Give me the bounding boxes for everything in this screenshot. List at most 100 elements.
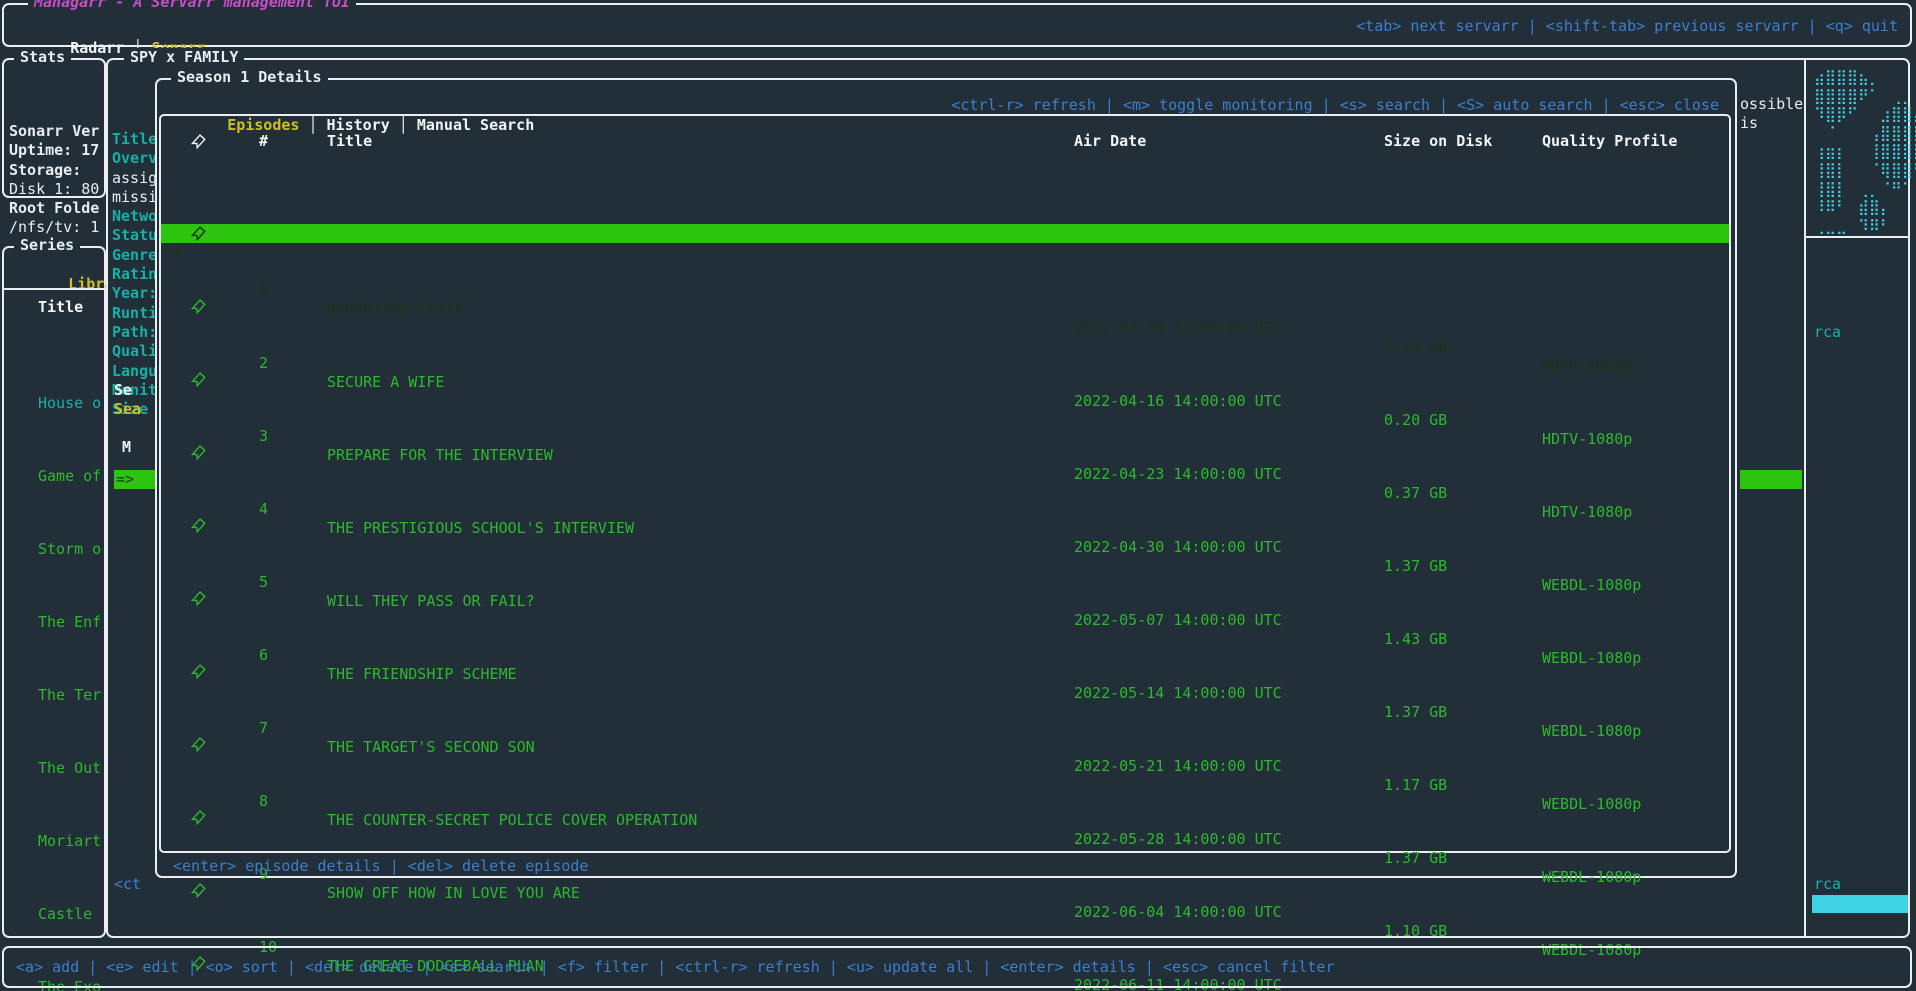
series-list-item[interactable]: House o bbox=[6, 394, 102, 413]
series-list-item[interactable]: Castle bbox=[6, 905, 102, 924]
episode-size-on-disk: 1.10 GB bbox=[1384, 922, 1447, 941]
tag-icon bbox=[191, 883, 206, 903]
series-field-label-text: missi bbox=[112, 188, 157, 206]
series-field-label: Year: bbox=[112, 284, 160, 303]
episode-row[interactable]: 5 WILL THEY PASS OR FAIL? 2022-05-07 14:… bbox=[161, 516, 1729, 535]
header-title: Title bbox=[327, 132, 372, 151]
series-title-text: The Ter bbox=[38, 686, 101, 704]
episode-air-date: 2022-04-09 14:00:00 UTC bbox=[1074, 319, 1282, 338]
episode-row[interactable]: 2 SECURE A WIFE 2022-04-16 14:00:00 UTC … bbox=[161, 297, 1729, 316]
stats-lines: Sonarr VerUptime: 17 Storage:Disk 1: 80Ro… bbox=[9, 68, 102, 238]
tag-icon bbox=[191, 810, 206, 830]
episode-row[interactable]: 7 THE TARGET'S SECOND SON 2022-05-21 14:… bbox=[161, 662, 1729, 681]
header-air-date: Air Date bbox=[1074, 132, 1146, 151]
detail-value-fragment: rca bbox=[1814, 875, 1841, 894]
episode-air-date: 2022-04-30 14:00:00 UTC bbox=[1074, 538, 1282, 557]
series-field-label: assig bbox=[112, 169, 160, 188]
episode-row[interactable]: 8 THE COUNTER-SECRET POLICE COVER OPERAT… bbox=[161, 735, 1729, 754]
episode-row[interactable]: => 1 OPERATION STRIX 2022-04-09 14:00:00… bbox=[161, 224, 1729, 243]
series-field-label: Title bbox=[112, 130, 160, 149]
episodes-table-header: # Title Air Date Size on Disk Quality Pr… bbox=[161, 132, 1729, 151]
series-field-label: Langu bbox=[112, 362, 160, 381]
series-list-item[interactable]: The Ter bbox=[6, 686, 102, 705]
overview-fragment: is bbox=[1740, 114, 1758, 133]
stats-line-text: Disk 1: 80 bbox=[9, 180, 99, 198]
series-title-text: Storm o bbox=[38, 540, 101, 558]
episode-row[interactable]: 9 SHOW OFF HOW IN LOVE YOU ARE 2022-06-0… bbox=[161, 808, 1729, 827]
series-title-text: Castle bbox=[38, 905, 92, 923]
series-field-label-text: Statu bbox=[112, 226, 157, 244]
series-field-label: Runti bbox=[112, 304, 160, 323]
tag-icon bbox=[191, 737, 206, 757]
popup-footer-keybinds: <enter> episode details | <del> delete e… bbox=[173, 857, 588, 876]
episode-size-on-disk: 1.43 GB bbox=[1384, 630, 1447, 649]
stats-panel: Stats Sonarr VerUptime: 17Storage:Disk 1… bbox=[2, 58, 106, 198]
header-number: # bbox=[259, 132, 268, 151]
tag-icon bbox=[191, 664, 206, 684]
servarr-switch-keybinds: <tab> next servarr | <shift-tab> previou… bbox=[1356, 15, 1898, 37]
episode-air-date: 2022-04-16 14:00:00 UTC bbox=[1074, 392, 1282, 411]
episode-air-date: 2022-05-14 14:00:00 UTC bbox=[1074, 684, 1282, 703]
stats-line: Storage: bbox=[9, 161, 102, 180]
library-keybinds: <a> add | <e> edit | <o> sort | <del> de… bbox=[16, 957, 1335, 977]
episode-selection-arrow: => bbox=[165, 243, 183, 262]
tag-icon bbox=[191, 518, 206, 538]
stats-line: Uptime: 17 bbox=[9, 141, 102, 160]
poster-ascii-art: ⣴⣿⣿⣿⣦⡀⠀⠀⠀⠀ ⣿⣿⣿⣿⠟⠁⠀⢀⡀⠀ ⠹⣿⡿⠋⠀⠀⣰⣿⣿⡄ ⠀⠈⠀⠀⠀⢠⣿… bbox=[1814, 68, 1916, 235]
episode-air-date: 2022-04-23 14:00:00 UTC bbox=[1074, 465, 1282, 484]
series-list-item[interactable]: Moriart bbox=[6, 832, 102, 851]
series-title-text: The Enf bbox=[38, 613, 101, 631]
selected-season-row-fragment[interactable]: => bbox=[114, 470, 161, 489]
series-list-item[interactable]: Storm o bbox=[6, 540, 102, 559]
selected-item-fragment-bar[interactable] bbox=[1812, 895, 1908, 913]
stats-line-text: /nfs/tv: 1 bbox=[9, 218, 99, 236]
series-field-label-text: Ratin bbox=[112, 265, 157, 283]
series-field-label: Statu bbox=[112, 226, 160, 245]
episode-size-on-disk: 0.37 GB bbox=[1384, 484, 1447, 503]
series-field-label-text: Netwo bbox=[112, 207, 157, 225]
episode-air-date: 2022-05-21 14:00:00 UTC bbox=[1074, 757, 1282, 776]
episode-row[interactable]: 10 THE GREAT DODGEBALL PLAN 2022-06-11 1… bbox=[161, 881, 1729, 900]
season-details-popup: Season 1 Details Episodes │ History │ Ma… bbox=[155, 78, 1737, 878]
library-divider bbox=[4, 288, 104, 290]
series-field-label: Ratin bbox=[112, 265, 160, 284]
episode-row[interactable]: 6 THE FRIENDSHIP SCHEME 2022-05-14 14:00… bbox=[161, 589, 1729, 608]
tab-radarr[interactable]: Radarr bbox=[70, 39, 124, 57]
stats-panel-title: Stats bbox=[14, 48, 71, 66]
popup-title: Season 1 Details bbox=[171, 68, 328, 86]
episode-row[interactable]: 4 THE PRESTIGIOUS SCHOOL'S INTERVIEW 202… bbox=[161, 443, 1729, 462]
selected-season-row-fragment-right[interactable] bbox=[1740, 470, 1802, 489]
series-list-item[interactable]: The Enf bbox=[6, 613, 102, 632]
right-column-divider bbox=[1804, 60, 1806, 936]
series-field-label-text: assig bbox=[112, 169, 157, 187]
series-field-label: Genre bbox=[112, 246, 160, 265]
stats-line-text: Storage: bbox=[9, 161, 81, 179]
series-panel: Series Library │ Title House o Game of S… bbox=[2, 246, 106, 938]
stats-line-text: Uptime: 17 bbox=[9, 141, 99, 159]
series-list-item[interactable]: The Out bbox=[6, 759, 102, 778]
series-panel-title: Series bbox=[14, 236, 80, 254]
header-quality-profile: Quality Profile bbox=[1542, 132, 1677, 151]
episode-size-on-disk: 1.17 GB bbox=[1384, 776, 1447, 795]
tag-icon bbox=[191, 226, 206, 246]
seasons-header-fragment: M bbox=[122, 438, 131, 457]
stats-line: Sonarr Ver bbox=[9, 122, 102, 141]
series-list: House o Game of Storm o The Enf The Ter … bbox=[6, 322, 102, 991]
series-field-label-text: Langu bbox=[112, 362, 157, 380]
episode-size-on-disk: 0.22 GB bbox=[1384, 338, 1447, 357]
stats-line-text: Root Folde bbox=[9, 199, 99, 217]
stats-line: /nfs/tv: 1 bbox=[9, 218, 102, 237]
poster-box-divider bbox=[1806, 236, 1908, 238]
series-title-text: The Out bbox=[38, 759, 101, 777]
series-field-label: Path: bbox=[112, 323, 160, 342]
tag-icon bbox=[191, 134, 206, 154]
episode-size-on-disk: 0.20 GB bbox=[1384, 411, 1447, 430]
episode-air-date: 2022-06-04 14:00:00 UTC bbox=[1074, 903, 1282, 922]
series-list-item[interactable]: Game of bbox=[6, 467, 102, 486]
series-column-header: Title bbox=[38, 298, 83, 317]
managarr-app: Managarr - A Servarr management TUI Rada… bbox=[0, 0, 1916, 991]
episode-row[interactable]: 3 PREPARE FOR THE INTERVIEW 2022-04-23 1… bbox=[161, 370, 1729, 389]
seasons-keybind-fragment: <ct bbox=[114, 875, 141, 894]
tag-icon bbox=[191, 591, 206, 611]
series-field-label-text: Title bbox=[112, 130, 157, 148]
